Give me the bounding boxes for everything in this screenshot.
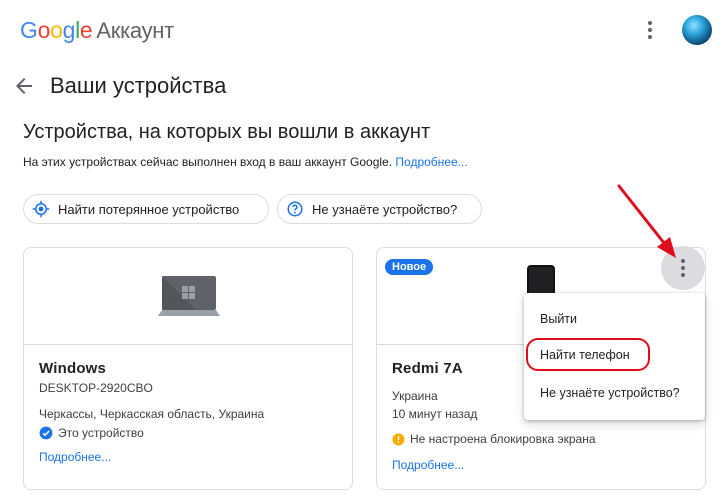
google-account-logo[interactable]: Google Аккаунт: [20, 17, 174, 44]
warning-icon: [392, 433, 405, 445]
new-badge: Новое: [385, 259, 434, 275]
device-card-image-area: [24, 248, 352, 345]
device-name: Windows: [39, 360, 107, 377]
section-subtitle-text: На этих устройствах сейчас выполнен вход…: [23, 155, 393, 169]
learn-more-link[interactable]: Подробнее...: [395, 155, 467, 169]
annotation-highlight: [526, 338, 650, 371]
device-hostname: DESKTOP-2920CBO: [39, 381, 153, 395]
logo-letter: o: [50, 17, 63, 43]
logo-letter: G: [20, 17, 38, 43]
device-name: Redmi 7A: [392, 360, 463, 377]
top-bar: Google Аккаунт: [0, 0, 725, 60]
logo-letter: g: [62, 17, 76, 43]
menu-item-unknown-device[interactable]: Не узнаёте устройство?: [540, 386, 680, 400]
unknown-device-button[interactable]: Не узнаёте устройство?: [277, 194, 482, 224]
logo-letter: o: [37, 17, 51, 43]
back-arrow-icon[interactable]: [12, 74, 36, 98]
device-more-link[interactable]: Подробнее...: [392, 458, 464, 472]
screen-lock-warning: Не настроена блокировка экрана: [392, 432, 596, 446]
menu-item-sign-out[interactable]: Выйти: [540, 312, 577, 326]
logo-letter: e: [79, 17, 93, 43]
avatar[interactable]: [682, 15, 712, 45]
device-menu-dots-icon[interactable]: [661, 246, 705, 290]
check-badge-icon: [39, 426, 53, 440]
section-title: Устройства, на которых вы вошли в аккаун…: [23, 121, 431, 143]
locate-icon: [32, 200, 50, 218]
this-device-status: Это устройство: [39, 426, 144, 440]
help-icon: [287, 201, 303, 217]
find-lost-device-button[interactable]: Найти потерянное устройство: [23, 194, 269, 224]
device-location: Черкассы, Черкасская область, Украина: [39, 407, 265, 421]
find-lost-device-label: Найти потерянное устройство: [58, 201, 240, 217]
laptop-icon: [158, 276, 220, 316]
page-title: Ваши устройства: [50, 73, 227, 98]
unknown-device-label: Не узнаёте устройство?: [312, 201, 458, 217]
screen-lock-warning-label: Не настроена блокировка экрана: [410, 432, 596, 446]
device-more-link[interactable]: Подробнее...: [39, 450, 111, 464]
device-location: Украина: [392, 389, 438, 403]
this-device-label: Это устройство: [58, 426, 144, 440]
apps-menu-dots-icon[interactable]: [640, 17, 660, 43]
logo-account-label: Аккаунт: [96, 18, 174, 43]
section-subtitle: На этих устройствах сейчас выполнен вход…: [23, 155, 468, 169]
device-last-seen: 10 минут назад: [392, 407, 478, 421]
device-card-windows[interactable]: Windows DESKTOP-2920CBO Черкассы, Черкас…: [23, 247, 353, 490]
